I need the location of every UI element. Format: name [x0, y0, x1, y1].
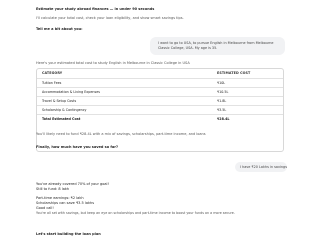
- cost-table: CATEGORY ESTIMATED COST Tuition Fees ₹10…: [36, 68, 284, 152]
- question-about-you: Tell me a bit about you:: [36, 27, 83, 31]
- summary-line: You're all set with savings, but keep an…: [36, 211, 235, 215]
- table-cell-cost: ₹10.5L: [217, 90, 229, 94]
- summary-line: Still to fund: 8 lakh: [36, 187, 70, 191]
- table-cell-cost: ₹1.8L: [217, 99, 227, 103]
- table-cell-category: Tuition Fees: [42, 81, 62, 85]
- table-cell-category: Accommodation & Living Expenses: [42, 90, 100, 94]
- table-row: Tuition Fees ₹10L: [37, 78, 283, 87]
- question-savings: Finally, how much have you saved so far?: [36, 145, 118, 149]
- table-cell-category: Travel & Setup Costs: [42, 99, 77, 103]
- user-message-bubble: I want to go to USA, to pursue English i…: [150, 37, 285, 55]
- chat-page: Estimate your study abroad finances — in…: [0, 0, 321, 246]
- funding-note: You'll likely need to fund ₹28.4L with a…: [36, 132, 206, 136]
- table-header-category: CATEGORY: [42, 71, 63, 75]
- table-row: Scholarship & Contingency ₹3.5L: [37, 105, 283, 114]
- table-cell-cost: ₹28.4L: [217, 117, 230, 121]
- table-row: Travel & Setup Costs ₹1.8L: [37, 96, 283, 105]
- table-cell-cost: ₹3.5L: [217, 108, 227, 112]
- table-cell-category: Total Estimated Cost: [42, 117, 81, 121]
- user-message-bubble: I have ₹20 Lakhs in savings: [235, 162, 287, 172]
- estimate-intro: Here's your estimated total cost to stud…: [36, 61, 190, 65]
- user-message-line: Classic College, USA. My age is 35.: [158, 46, 218, 50]
- table-cell-cost: ₹10L: [217, 81, 226, 85]
- loan-plan-title: Let's start building the loan plan: [36, 232, 101, 236]
- user-message-line: I have ₹20 Lakhs in savings: [240, 164, 287, 169]
- intro-title: Estimate your study abroad finances — in…: [36, 7, 155, 11]
- table-header-row: CATEGORY ESTIMATED COST: [37, 69, 283, 78]
- table-total-row: Total Estimated Cost ₹28.4L: [37, 114, 283, 123]
- table-header-cost: ESTIMATED COST: [217, 71, 251, 75]
- table-cell-category: Scholarship & Contingency: [42, 108, 87, 112]
- intro-subtitle: I'll calculate your total cost, check yo…: [36, 16, 184, 20]
- table-row: Accommodation & Living Expenses ₹10.5L: [37, 87, 283, 96]
